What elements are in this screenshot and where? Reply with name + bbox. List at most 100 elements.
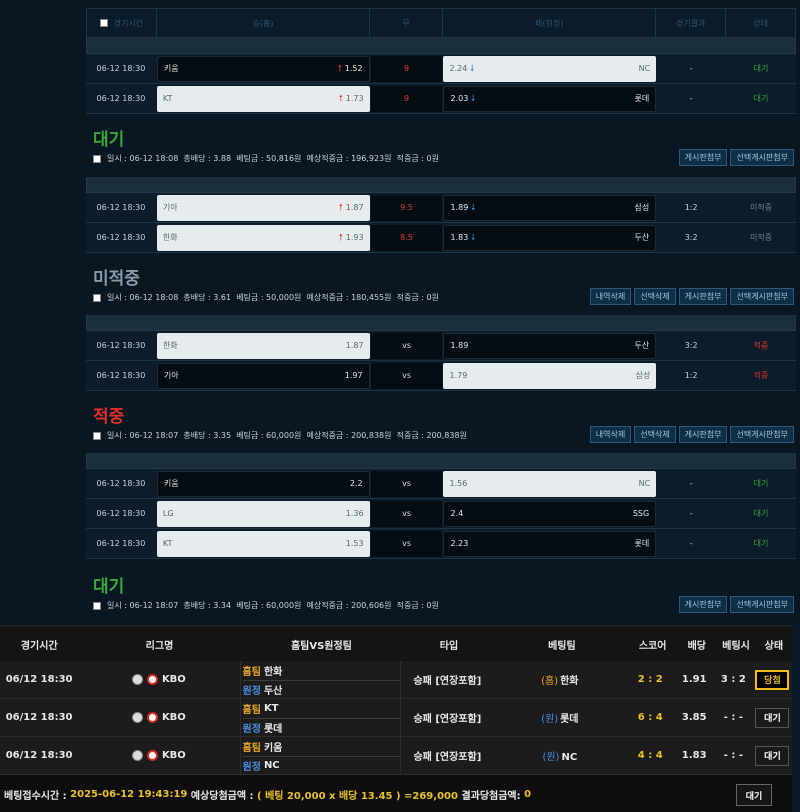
- home-team: 기아: [163, 371, 179, 380]
- home-odds: 1.73: [345, 93, 364, 103]
- home-team-line: 홈팀 한화: [243, 662, 400, 680]
- header-draw: 무: [370, 9, 443, 37]
- group-select-checkbox[interactable]: [93, 293, 101, 302]
- away-odds-cell[interactable]: 1.83 🠗 두산: [443, 224, 657, 251]
- group-select-checkbox[interactable]: [93, 154, 101, 163]
- draw-cell[interactable]: vs: [370, 332, 443, 359]
- home-odds-cell[interactable]: 키움 2.2: [156, 470, 370, 497]
- home-odds-cell[interactable]: 한화 1.87: [156, 332, 370, 359]
- away-odds-cell[interactable]: 2.24 🠗 NC: [443, 55, 657, 82]
- draw-cell[interactable]: 9: [370, 85, 443, 112]
- draw-cell[interactable]: vs: [370, 470, 443, 497]
- away-odds-cell[interactable]: 2.23 롯데: [443, 530, 657, 557]
- home-team: KT: [162, 94, 173, 103]
- away-odds-cell[interactable]: 2.03 🠗 롯데: [443, 85, 657, 112]
- slip-state-cell: 당첨: [753, 669, 792, 690]
- away-odds-cell[interactable]: 2.4 SSG: [443, 500, 657, 527]
- home-team: 키움: [163, 479, 179, 488]
- header-time: 경기시간: [87, 9, 157, 37]
- history-row: 06-12 18:30 한화 🠕 1.93 8.5 1.83 🠗 두산 3:2 미적중: [86, 223, 796, 253]
- away-odds-cell[interactable]: 1.79 삼성: [443, 362, 657, 389]
- group-action-button[interactable]: 게시판첨부: [678, 596, 728, 613]
- slip-status-button[interactable]: 대기: [736, 784, 772, 806]
- group-divider-bar: [86, 177, 796, 193]
- slip-bet-time-score: - : -: [723, 750, 743, 761]
- odds-down-icon: 🠗: [471, 93, 476, 104]
- group-action-button[interactable]: 선택게시판첨부: [730, 288, 794, 305]
- away-odds: 1.56: [449, 479, 468, 488]
- baseball-icon: [131, 750, 143, 761]
- header-status: 상태: [753, 18, 768, 28]
- home-odds: 1.93: [345, 232, 364, 242]
- slip-type: 승패 [연장포함]: [413, 676, 482, 687]
- status-badge: 대기: [753, 509, 769, 518]
- group-action-button[interactable]: 내역삭제: [589, 288, 632, 305]
- summary-text: 일시 : 06-12 18:08 총배당 : 3.88 베팅금 : 50,816…: [107, 154, 439, 163]
- draw-cell[interactable]: 9.5: [370, 194, 443, 221]
- slip-state-button[interactable]: 대기: [755, 745, 790, 766]
- slip-league: KBO: [78, 750, 239, 761]
- slip-score: 4 : 4: [637, 750, 663, 761]
- home-odds-cell[interactable]: 키움 🠕 1.52: [156, 55, 370, 82]
- odds-down-icon: 🠗: [470, 63, 475, 74]
- draw-cell[interactable]: vs: [370, 530, 443, 557]
- away-odds-cell[interactable]: 1.89 두산: [443, 332, 657, 359]
- select-all-checkbox[interactable]: [99, 19, 108, 27]
- bet-slip-row: 06/12 18:30 KBO 홈팀 한화 원정 두산 승패 [연장포함] (홈) 한화 2 : …: [0, 660, 792, 699]
- group-select-checkbox[interactable]: [93, 601, 101, 610]
- group-action-button[interactable]: 게시판첨부: [678, 288, 728, 305]
- group-select-checkbox[interactable]: [93, 431, 101, 440]
- home-odds-cell[interactable]: LG 1.36: [156, 500, 370, 527]
- group-status-title: 대기: [93, 130, 125, 150]
- history-row: 06-12 18:30 KT 🠕 1.73 9 2.03 🠗 롯데 - 대기: [86, 84, 796, 114]
- group-action-button[interactable]: 내역삭제: [589, 426, 632, 443]
- home-team: LG: [162, 509, 174, 518]
- col-score: 스코어: [638, 640, 667, 652]
- home-odds-cell[interactable]: 한화 🠕 1.93: [156, 224, 370, 251]
- home-label: 홈팀: [242, 667, 261, 678]
- slip-state-button[interactable]: 당첨: [755, 669, 790, 690]
- home-odds-cell[interactable]: KT 1.53: [156, 530, 370, 557]
- away-odds-wrap: 1.83 🠗: [450, 230, 475, 246]
- group-action-button[interactable]: 선택삭제: [634, 288, 676, 305]
- bet-slip-panel: 경기시간 리그명 홈팀VS원정팀 타입 베팅팀 스코어 배당 베팅시 상태 06…: [0, 625, 792, 812]
- status-badge: 대기: [753, 94, 769, 103]
- history-table: 06-12 18:30 한화 1.87 vs 1.89 두산 3:2 적중 06-12 18:3…: [86, 315, 796, 391]
- home-odds-wrap: 2.2: [350, 479, 363, 488]
- home-odds-cell[interactable]: KT 🠕 1.73: [156, 85, 370, 112]
- match-result: 3:2: [684, 341, 698, 350]
- group-action-button[interactable]: 게시판첨부: [678, 149, 728, 166]
- group-action-button[interactable]: 선택게시판첨부: [730, 149, 794, 166]
- draw-cell[interactable]: vs: [370, 362, 443, 389]
- slip-state-button[interactable]: 대기: [755, 707, 790, 728]
- history-row: 06-12 18:30 LG 1.36 vs 2.4 SSG - 대기: [86, 499, 796, 529]
- match-result: 1:2: [684, 203, 698, 212]
- away-odds-cell[interactable]: 1.56 NC: [443, 470, 657, 497]
- match-result: 3:2: [684, 233, 698, 242]
- home-odds: 1.52: [344, 63, 363, 73]
- home-odds-cell[interactable]: 기아 🠕 1.87: [156, 194, 370, 221]
- group-action-button[interactable]: 게시판첨부: [678, 426, 728, 443]
- slip-league: KBO: [78, 712, 239, 723]
- slip-away-team: 롯데: [263, 723, 283, 735]
- match-time: 06-12 18:30: [96, 64, 146, 73]
- home-odds-cell[interactable]: 기아 1.97: [156, 362, 370, 389]
- history-table-header: 경기시간 승(홈) 무 패(원정) 경기결과 상태: [86, 8, 796, 38]
- slip-teams: 홈팀 KT 원정 롯데: [239, 698, 401, 737]
- home-odds-wrap: 1.53: [346, 539, 364, 548]
- group-action-button[interactable]: 선택게시판첨부: [730, 596, 794, 613]
- status-badge: 대기: [753, 64, 769, 73]
- group-action-button[interactable]: 선택게시판첨부: [730, 426, 794, 443]
- group-action-button[interactable]: 선택삭제: [634, 426, 676, 443]
- slip-home-team: KT: [263, 703, 279, 714]
- match-time: 06-12 18:30: [96, 539, 146, 548]
- match-result: -: [689, 94, 693, 103]
- draw-cell[interactable]: 9: [370, 55, 443, 82]
- col-bet-time: 베팅시: [722, 640, 750, 652]
- away-odds-cell[interactable]: 1.89 🠗 삼성: [443, 194, 657, 221]
- slip-bet-team: (원) 롯데: [494, 710, 626, 725]
- draw-cell[interactable]: 8.5: [370, 224, 443, 251]
- home-odds: 2.2: [349, 479, 363, 488]
- slip-time: 06/12 18:30: [5, 750, 73, 761]
- draw-cell[interactable]: vs: [370, 500, 443, 527]
